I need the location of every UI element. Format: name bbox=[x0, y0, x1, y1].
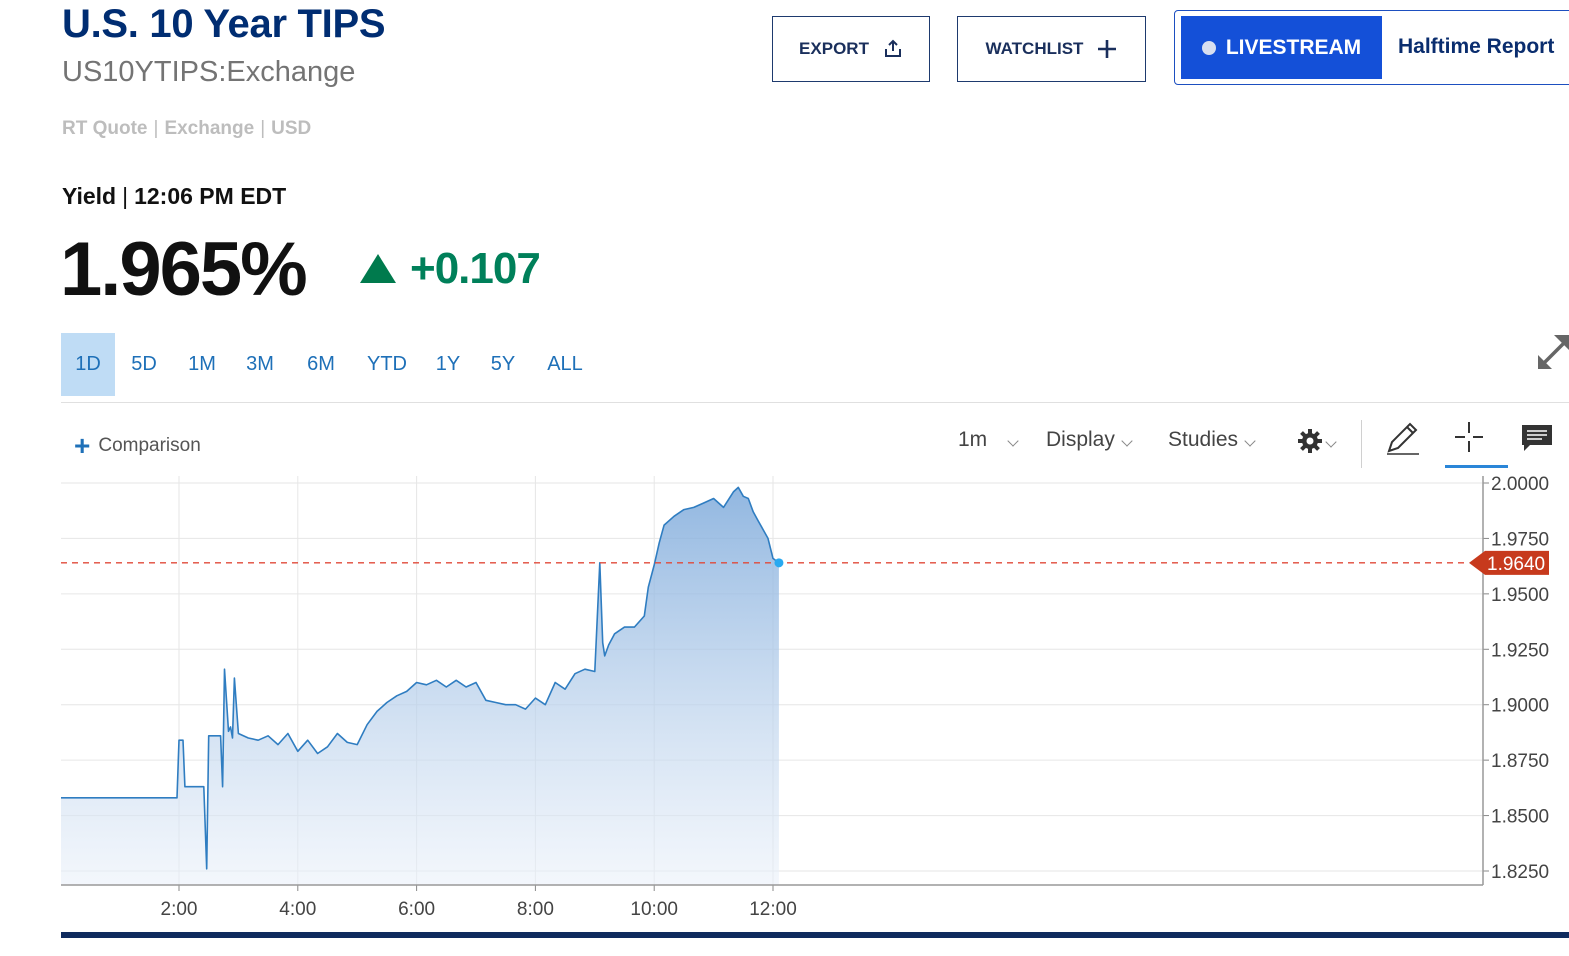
y-tick-label: 1.8250 bbox=[1491, 862, 1549, 883]
y-tick-label: 1.9250 bbox=[1491, 640, 1549, 661]
x-tick-label: 4:00 bbox=[279, 899, 316, 920]
series-area bbox=[61, 487, 779, 885]
y-tick-label: 2.0000 bbox=[1491, 474, 1549, 495]
y-tick-label: 1.8750 bbox=[1491, 751, 1549, 772]
x-tick-label: 6:00 bbox=[398, 899, 435, 920]
last-point-marker bbox=[774, 558, 784, 568]
current-value-label: 1.9640 bbox=[1487, 554, 1545, 575]
x-tick-label: 2:00 bbox=[161, 899, 198, 920]
y-tick-label: 1.9000 bbox=[1491, 696, 1549, 717]
x-tick-label: 8:00 bbox=[517, 899, 554, 920]
y-tick-label: 1.9750 bbox=[1491, 529, 1549, 550]
y-tick-label: 1.9500 bbox=[1491, 585, 1549, 606]
y-tick-label: 1.8500 bbox=[1491, 807, 1549, 828]
x-tick-label: 10:00 bbox=[630, 899, 678, 920]
x-tick-label: 12:00 bbox=[749, 899, 797, 920]
footer-bar bbox=[61, 932, 1569, 938]
yield-chart[interactable]: 2.0000 1.9750 1.9500 1.9250 1.9000 1.8750 1.85… bbox=[0, 0, 1569, 956]
